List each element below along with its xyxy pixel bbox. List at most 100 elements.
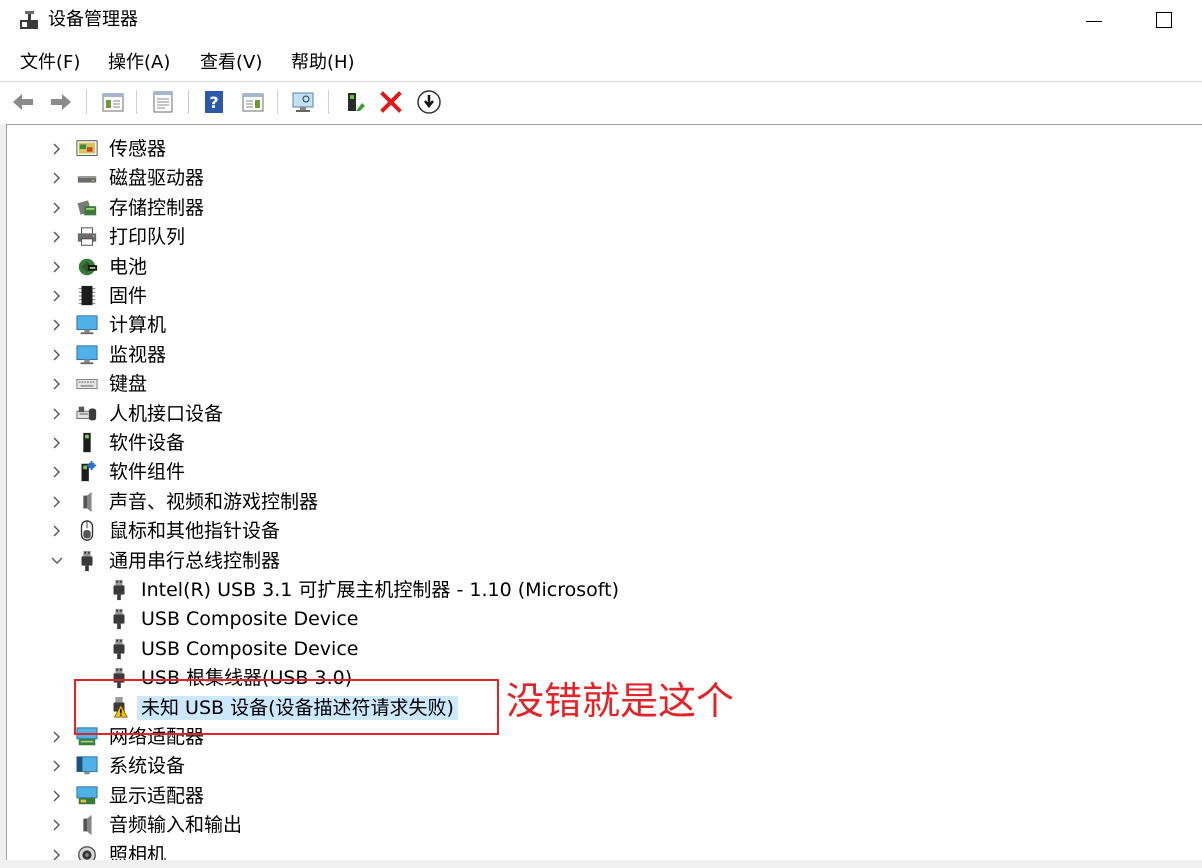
tree-category-item[interactable]: 声音、视频和游戏控制器 — [7, 488, 1197, 517]
tree-category-item[interactable]: 监视器 — [7, 341, 1197, 370]
chevron-right-icon[interactable] — [49, 523, 65, 539]
category-label: 软件组件 — [109, 461, 186, 483]
toolbar: ? — [0, 82, 1202, 122]
device-tree: 传感器磁盘驱动器存储控制器打印队列电池 固件计算机监视器键盘人机接口设备 软件设备软… — [6, 124, 1202, 868]
menu-file[interactable]: 文件(F) — [20, 51, 80, 75]
category-label: 通用串行总线控制器 — [109, 550, 281, 572]
chevron-right-icon[interactable] — [49, 200, 65, 216]
category-label: 计算机 — [109, 314, 167, 336]
update-driver-icon[interactable] — [342, 89, 368, 115]
software-component-icon — [81, 461, 97, 482]
usb-plug-icon — [113, 608, 125, 630]
toolbar-separator — [86, 90, 87, 114]
firmware-icon — [78, 285, 96, 306]
tree-category-item[interactable]: 软件设备 — [7, 429, 1197, 458]
horizontal-scrollbar[interactable] — [6, 860, 1202, 868]
show-hide-tree-icon[interactable] — [100, 89, 126, 115]
category-label: 监视器 — [109, 344, 167, 366]
help-icon[interactable]: ? — [201, 89, 227, 115]
chevron-right-icon[interactable] — [49, 788, 65, 804]
chevron-right-icon[interactable] — [49, 817, 65, 833]
chevron-right-icon[interactable] — [49, 229, 65, 245]
title-bar: 设备管理器 — [0, 0, 1202, 42]
device-label: Intel(R) USB 3.1 可扩展主机控制器 - 1.10 (Micros… — [141, 579, 619, 601]
battery-icon — [78, 258, 98, 276]
chevron-right-icon[interactable] — [49, 317, 65, 333]
storage-controller-icon — [77, 200, 97, 216]
category-label: 软件设备 — [109, 432, 186, 454]
category-label: 键盘 — [109, 373, 148, 395]
computer-icon — [76, 315, 98, 335]
system-device-icon — [76, 756, 98, 775]
tree-category-item[interactable]: 软件组件 — [7, 458, 1197, 487]
category-label: 系统设备 — [109, 755, 186, 777]
chevron-right-icon[interactable] — [49, 170, 65, 186]
annotation-text: 没错就是这个 — [506, 679, 735, 723]
category-label: 打印队列 — [109, 226, 186, 248]
speaker-icon — [83, 491, 92, 513]
tree-category-item[interactable]: 显示适配器 — [7, 782, 1197, 811]
display-adapter-icon — [76, 786, 98, 805]
printer-icon — [77, 227, 97, 246]
tree-category-item[interactable]: 音频输入和输出 — [7, 811, 1197, 840]
tree-device-item[interactable]: Intel(R) USB 3.1 可扩展主机控制器 - 1.10 (Micros… — [7, 576, 1197, 605]
toolbar-separator — [328, 90, 329, 114]
tree-category-item[interactable]: 固件 — [7, 282, 1197, 311]
scan-hardware-icon[interactable] — [290, 89, 316, 115]
software-device-icon — [83, 432, 91, 453]
menu-bar: 文件(F) 操作(A) 查看(V) 帮助(H) — [0, 42, 1202, 82]
chevron-right-icon[interactable] — [49, 347, 65, 363]
back-arrow-icon[interactable] — [10, 89, 36, 115]
tree-category-item[interactable]: 存储控制器 — [7, 194, 1197, 223]
chevron-right-icon[interactable] — [49, 288, 65, 304]
tree-device-item[interactable]: USB Composite Device — [7, 605, 1197, 634]
chevron-right-icon[interactable] — [49, 435, 65, 451]
minimize-button[interactable] — [1074, 6, 1114, 36]
svg-text:?: ? — [209, 93, 218, 112]
chevron-right-icon[interactable] — [49, 729, 65, 745]
chevron-right-icon[interactable] — [49, 259, 65, 275]
tree-category-item[interactable]: 计算机 — [7, 311, 1197, 340]
tree-device-item[interactable]: USB Composite Device — [7, 635, 1197, 664]
tree-category-item[interactable]: 通用串行总线控制器 — [7, 547, 1197, 576]
category-label: 声音、视频和游戏控制器 — [109, 491, 319, 513]
tree-category-item[interactable]: 鼠标和其他指针设备 — [7, 517, 1197, 546]
chevron-right-icon[interactable] — [49, 141, 65, 157]
tree-category-item[interactable]: 电池 — [7, 253, 1197, 282]
device-label: USB Composite Device — [141, 608, 359, 630]
menu-view[interactable]: 查看(V) — [200, 51, 262, 75]
category-label: 人机接口设备 — [109, 403, 224, 425]
tree-category-item[interactable]: 打印队列 — [7, 223, 1197, 252]
speaker-icon — [83, 814, 92, 836]
properties-icon[interactable] — [150, 89, 176, 115]
chevron-right-icon[interactable] — [49, 494, 65, 510]
action-pane-icon[interactable] — [240, 89, 266, 115]
chevron-right-icon[interactable] — [49, 464, 65, 480]
menu-action[interactable]: 操作(A) — [108, 51, 170, 75]
toolbar-separator — [136, 90, 137, 114]
tree-category-item[interactable]: 传感器 — [7, 135, 1197, 164]
hid-icon — [76, 406, 97, 421]
forward-arrow-icon[interactable] — [48, 89, 74, 115]
device-label: USB Composite Device — [141, 638, 359, 660]
tree-category-item[interactable]: 键盘 — [7, 370, 1197, 399]
chevron-right-icon[interactable] — [49, 758, 65, 774]
uninstall-device-icon[interactable] — [378, 89, 404, 115]
disable-device-icon[interactable] — [416, 89, 442, 115]
disk-drive-icon — [77, 176, 97, 183]
chevron-right-icon[interactable] — [49, 406, 65, 422]
tree-category-item[interactable]: 系统设备 — [7, 752, 1197, 781]
tree-category-item[interactable]: 人机接口设备 — [7, 400, 1197, 429]
chevron-down-icon[interactable] — [49, 553, 65, 569]
maximize-button[interactable] — [1144, 6, 1184, 36]
chevron-right-icon[interactable] — [49, 376, 65, 392]
menu-help[interactable]: 帮助(H) — [291, 51, 355, 75]
tree-category-item[interactable]: 磁盘驱动器 — [7, 164, 1197, 193]
sensor-icon — [76, 140, 98, 156]
window-title: 设备管理器 — [48, 9, 138, 30]
category-label: 磁盘驱动器 — [109, 167, 205, 189]
category-label: 存储控制器 — [109, 197, 205, 219]
keyboard-icon — [76, 378, 98, 390]
category-label: 传感器 — [109, 138, 167, 160]
category-label: 音频输入和输出 — [109, 814, 243, 836]
